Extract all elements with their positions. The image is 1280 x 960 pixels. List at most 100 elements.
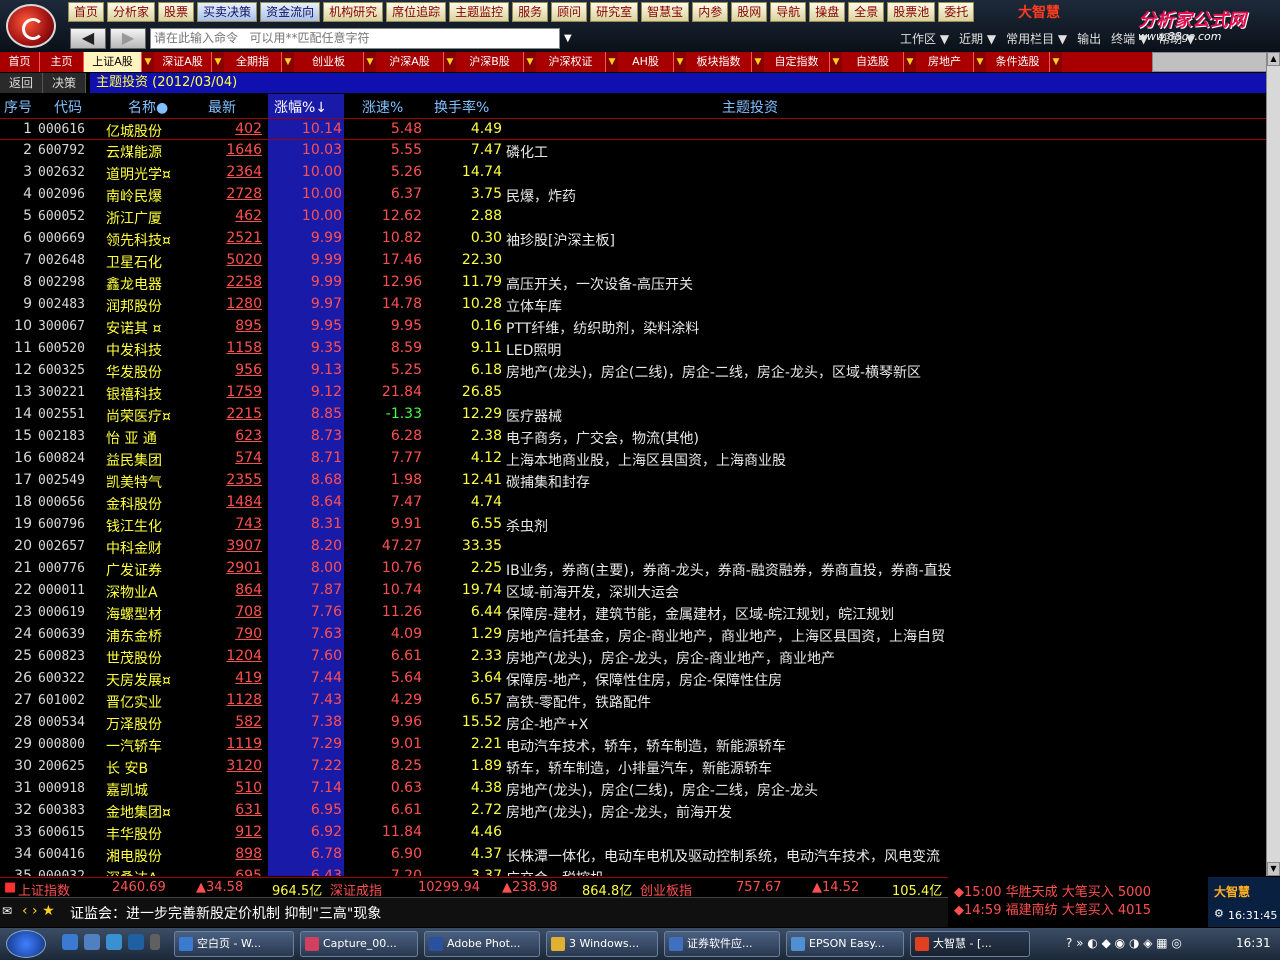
scroll-down-icon[interactable]: ▼ bbox=[1267, 862, 1280, 876]
stock-code[interactable]: 000534 bbox=[38, 715, 85, 730]
menu-item[interactable]: 席位追踪 bbox=[386, 2, 447, 22]
stock-code[interactable]: 600383 bbox=[38, 803, 85, 818]
stock-code[interactable]: 002096 bbox=[38, 187, 85, 202]
tab-item[interactable]: 主页 bbox=[40, 52, 84, 72]
tab-dropdown-icon[interactable]: ▼ bbox=[212, 52, 224, 72]
tab-item[interactable]: 自选股 bbox=[842, 52, 904, 72]
stock-code[interactable]: 002298 bbox=[38, 275, 85, 290]
ie-icon[interactable] bbox=[62, 934, 78, 950]
table-row[interactable]: 10 300067 安诺其 ¤ 895 9.95 9.95 0.16 PTT纤维，纺织助剂，染… bbox=[0, 316, 1266, 338]
stock-name[interactable]: 怡 亚 通 bbox=[106, 428, 157, 448]
right-menu-item[interactable]: 常用栏目 ▼ bbox=[1006, 30, 1067, 47]
tab-item[interactable]: 条件选股 bbox=[986, 52, 1050, 72]
tab-item[interactable]: 创业板 bbox=[294, 52, 364, 72]
table-row[interactable]: 20 002657 中科金财 3907 8.20 47.27 33.35 bbox=[0, 536, 1266, 558]
menu-item[interactable]: 买卖决策 bbox=[197, 2, 258, 22]
table-row[interactable]: 1 000616 亿城股份 402 10.14 5.48 4.49 bbox=[0, 118, 1266, 140]
media-icon[interactable] bbox=[106, 934, 122, 950]
stock-name[interactable]: 尚荣医疗¤ bbox=[106, 406, 171, 426]
taskbar-item[interactable]: 证券软件应... bbox=[664, 931, 780, 957]
stock-code[interactable]: 600416 bbox=[38, 847, 85, 862]
stock-name[interactable]: 银禧科技 bbox=[106, 384, 162, 404]
tab-dropdown-icon[interactable]: ▼ bbox=[830, 52, 842, 72]
stock-name[interactable]: 中科金财 bbox=[106, 538, 162, 558]
stock-name[interactable]: 道明光学¤ bbox=[106, 164, 171, 184]
table-row[interactable]: 6 000669 领先科技¤ 2521 9.99 10.82 0.30 袖珍股[沪深主板] bbox=[0, 228, 1266, 250]
table-row[interactable]: 21 000776 广发证券 2901 8.00 10.76 2.25 IB业务，券商(主要)… bbox=[0, 558, 1266, 580]
start-button[interactable] bbox=[6, 930, 46, 958]
table-row[interactable]: 11 600520 中发科技 1158 9.35 8.59 9.11 LED照明 bbox=[0, 338, 1266, 360]
menu-item[interactable]: 股票池 bbox=[887, 2, 936, 22]
tab-dropdown-icon[interactable]: ▼ bbox=[364, 52, 376, 72]
menu-item[interactable]: 机构研究 bbox=[323, 2, 384, 22]
table-row[interactable]: 35 000032 深桑达A 695 6.43 7.20 3.37 广交会，税控机 bbox=[0, 866, 1266, 876]
tab-dropdown-icon[interactable]: ▼ bbox=[674, 52, 686, 72]
stock-code[interactable]: 000619 bbox=[38, 605, 85, 620]
news-nav-icon[interactable]: ‹ › ★ bbox=[22, 903, 55, 919]
col-price[interactable]: 最新 bbox=[208, 97, 236, 117]
table-row[interactable]: 33 600615 丰华股份 912 6.92 11.84 4.46 bbox=[0, 822, 1266, 844]
stock-code[interactable]: 000776 bbox=[38, 561, 85, 576]
stock-name[interactable]: 华发股份 bbox=[106, 362, 162, 382]
stock-name[interactable]: 安诺其 ¤ bbox=[106, 318, 161, 338]
menu-item[interactable]: 股票 bbox=[158, 2, 195, 22]
taskbar-item[interactable]: Capture_00... bbox=[300, 931, 418, 957]
menu-item[interactable]: 内参 bbox=[692, 2, 729, 22]
stock-name[interactable]: 益民集团 bbox=[106, 450, 162, 470]
tab-item[interactable]: 房地产 bbox=[916, 52, 974, 72]
scroll-up-icon[interactable]: ▲ bbox=[1267, 52, 1280, 66]
table-row[interactable]: 8 002298 鑫龙电器 2258 9.99 12.96 11.79 高压开关，一次设备-高… bbox=[0, 272, 1266, 294]
stock-code[interactable]: 600796 bbox=[38, 517, 85, 532]
table-row[interactable]: 2 600792 云煤能源 1646 10.03 5.55 7.47 磷化工 bbox=[0, 140, 1266, 162]
stock-name[interactable]: 长 安B bbox=[106, 758, 148, 778]
table-row[interactable]: 3 002632 道明光学¤ 2364 10.00 5.26 14.74 bbox=[0, 162, 1266, 184]
stock-code[interactable]: 600615 bbox=[38, 825, 85, 840]
table-row[interactable]: 7 002648 卫星石化 5020 9.99 17.46 22.30 bbox=[0, 250, 1266, 272]
table-row[interactable]: 30 200625 长 安B 3120 7.22 8.25 1.89 轿车，轿车制造，小排量汽… bbox=[0, 756, 1266, 778]
mail-icon[interactable]: ✉ bbox=[2, 904, 12, 918]
menu-item[interactable]: 研究室 bbox=[590, 2, 639, 22]
table-row[interactable]: 28 000534 万泽股份 582 7.38 9.96 15.52 房企-地产+X bbox=[0, 712, 1266, 734]
tab-dropdown-icon[interactable]: ▼ bbox=[1050, 52, 1062, 72]
menu-item[interactable]: 股网 bbox=[731, 2, 768, 22]
tray-icons[interactable]: ? » ◐ ◆ ◉ ◑ ◈ ▦ ◎ bbox=[1066, 936, 1182, 950]
menu-item[interactable]: 资金流向 bbox=[260, 2, 321, 22]
stock-name[interactable]: 润邦股份 bbox=[106, 296, 162, 316]
taskbar-item[interactable]: 空白页 - W... bbox=[174, 931, 294, 957]
stock-name[interactable]: 南岭民爆 bbox=[106, 186, 162, 206]
table-row[interactable]: 18 000656 金科股份 1484 8.64 7.47 4.74 bbox=[0, 492, 1266, 514]
table-row[interactable]: 16 600824 益民集团 574 8.71 7.77 4.12 上海本地商业股，上海区县国… bbox=[0, 448, 1266, 470]
table-row[interactable]: 29 000800 一汽轿车 1119 7.29 9.01 2.21 电动汽车技术，轿车，轿车… bbox=[0, 734, 1266, 756]
tab-dropdown-icon[interactable]: ▼ bbox=[524, 52, 536, 72]
table-row[interactable]: 34 600416 湘电股份 898 6.78 6.90 4.37 长株潭一体化，电动车电机及… bbox=[0, 844, 1266, 866]
table-row[interactable]: 14 002551 尚荣医疗¤ 2215 8.85 -1.33 12.29 医疗器械 bbox=[0, 404, 1266, 426]
stock-code[interactable]: 000032 bbox=[38, 869, 85, 876]
stock-name[interactable]: 钱江生化 bbox=[106, 516, 162, 536]
table-row[interactable]: 19 600796 钱江生化 743 8.31 9.91 6.55 杀虫剂 bbox=[0, 514, 1266, 536]
table-row[interactable]: 25 600823 世茂股份 1204 7.60 6.61 2.33 房地产(龙头)，房企-龙… bbox=[0, 646, 1266, 668]
right-menu-item[interactable]: 工作区 ▼ bbox=[900, 30, 949, 47]
table-row[interactable]: 15 002183 怡 亚 通 623 8.73 6.28 2.38 电子商务，广交会，物流(… bbox=[0, 426, 1266, 448]
right-menu-item[interactable]: 帮助 ▼ bbox=[1158, 30, 1195, 47]
tab-item[interactable]: 深证A股 bbox=[154, 52, 212, 72]
taskbar-item[interactable]: EPSON Easy... bbox=[786, 931, 904, 957]
table-row[interactable]: 24 600639 浦东金桥 790 7.63 4.09 1.29 房地产信托基金，房企-商业… bbox=[0, 624, 1266, 646]
tab-item[interactable]: 板块指数 bbox=[686, 52, 752, 72]
stock-name[interactable]: 一汽轿车 bbox=[106, 736, 162, 756]
desktop-icon[interactable] bbox=[84, 934, 100, 950]
table-row[interactable]: 13 300221 银禧科技 1759 9.12 21.84 26.85 bbox=[0, 382, 1266, 404]
table-row[interactable]: 5 600052 浙江广厦 462 10.00 12.62 2.88 bbox=[0, 206, 1266, 228]
right-menu-item[interactable]: 终端 ▼ bbox=[1111, 30, 1148, 47]
menu-item[interactable]: 服务 bbox=[512, 2, 549, 22]
tab-item[interactable]: AH股 bbox=[618, 52, 674, 72]
chevron-down-icon[interactable]: ▼ bbox=[564, 28, 576, 49]
col-code[interactable]: 代码 bbox=[54, 97, 82, 117]
app-icon[interactable] bbox=[128, 934, 144, 950]
stock-code[interactable]: 000616 bbox=[38, 122, 85, 137]
stock-name[interactable]: 广发证券 bbox=[106, 560, 162, 580]
tab-dropdown-icon[interactable]: ▼ bbox=[282, 52, 294, 72]
stock-code[interactable]: 002483 bbox=[38, 297, 85, 312]
menu-item[interactable]: 首页 bbox=[68, 2, 105, 22]
stock-code[interactable]: 600639 bbox=[38, 627, 85, 642]
table-row[interactable]: 27 601002 晋亿实业 1128 7.43 4.29 6.57 高铁-零配件，铁路配件 bbox=[0, 690, 1266, 712]
